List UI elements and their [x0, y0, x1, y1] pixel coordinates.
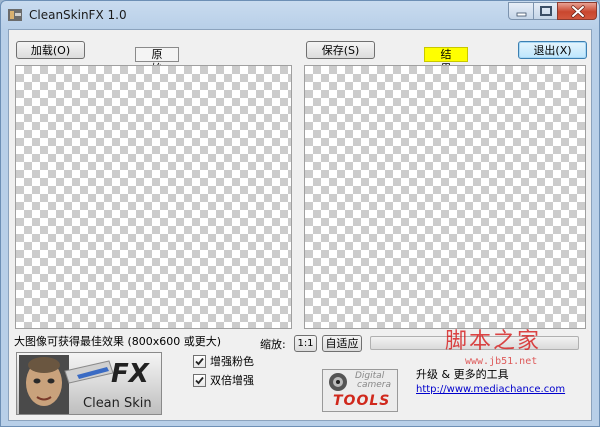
- load-button[interactable]: 加载(O): [16, 41, 85, 59]
- maximize-icon: [540, 6, 552, 16]
- save-button[interactable]: 保存(S): [306, 41, 375, 59]
- zoom-1to1-button[interactable]: 1:1: [294, 335, 317, 352]
- title-bar[interactable]: CleanSkinFX 1.0: [1, 1, 599, 29]
- app-window: CleanSkinFX 1.0 加载(O) 原 始 保存(S) 结 果 退出(X…: [0, 0, 600, 427]
- watermark-url: www.jb51.net: [465, 356, 538, 367]
- double-enhance-checkbox[interactable]: [193, 374, 206, 387]
- minimize-icon: [516, 12, 527, 17]
- mediachance-link[interactable]: http://www.mediachance.com: [416, 384, 565, 395]
- zoom-label: 缩放:: [260, 338, 286, 351]
- close-button[interactable]: [557, 2, 597, 20]
- close-icon: [571, 5, 585, 18]
- exit-button[interactable]: 退出(X): [518, 41, 587, 59]
- original-image-panel[interactable]: [15, 65, 292, 329]
- window-title: CleanSkinFX 1.0: [29, 8, 127, 22]
- check-icon: [195, 357, 204, 366]
- app-icon[interactable]: [7, 7, 23, 23]
- check-icon: [195, 376, 204, 385]
- tools-logo-line2: camera: [357, 380, 391, 390]
- original-label: 原 始: [135, 47, 179, 75]
- enhance-pink-label[interactable]: 增强粉色: [210, 355, 254, 368]
- logo-name-text: Clean Skin: [83, 396, 152, 411]
- maximize-button[interactable]: [533, 2, 558, 20]
- upgrade-text: 升级 & 更多的工具: [416, 368, 509, 381]
- minimize-button[interactable]: [508, 2, 534, 20]
- cleanskin-logo: FX Clean Skin: [16, 352, 162, 415]
- result-label: 结 果: [424, 47, 468, 75]
- camera-tools-logo[interactable]: Digital camera TOOLS: [322, 369, 398, 412]
- enhance-pink-checkbox[interactable]: [193, 355, 206, 368]
- result-image-panel[interactable]: [304, 65, 586, 329]
- size-hint-text: 大图像可获得最佳效果 (800x600 或更大): [14, 335, 222, 348]
- logo-fx-text: FX: [111, 359, 149, 389]
- watermark-logo-text: 脚本之家: [445, 329, 542, 354]
- double-enhance-label[interactable]: 双倍增强: [210, 374, 254, 387]
- tools-logo-line3: TOOLS: [333, 393, 391, 409]
- zoom-fit-button[interactable]: 自适应: [322, 335, 362, 352]
